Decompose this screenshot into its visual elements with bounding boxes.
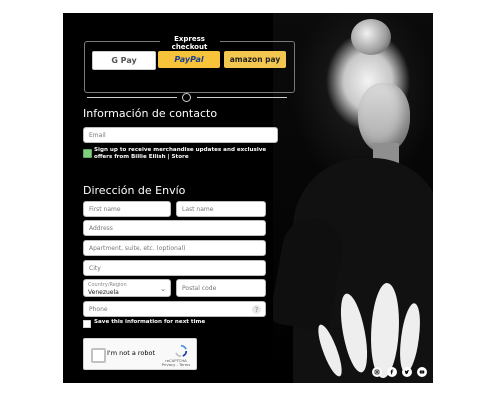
last-name-placeholder: Last name	[182, 205, 214, 213]
email-field[interactable]: Email	[83, 127, 278, 143]
postal-code-placeholder: Postal code	[182, 284, 217, 292]
express-checkout-title: Express checkout	[159, 35, 220, 51]
divider-line-right	[197, 97, 287, 98]
recaptcha-links[interactable]: Privacy - Terms	[159, 362, 193, 367]
first-name-field[interactable]: First name	[83, 201, 171, 217]
recaptcha-widget: I'm not a robot reCAPTCHA Privacy - Term…	[83, 338, 197, 370]
youtube-glyph	[419, 370, 425, 374]
apartment-placeholder: Apartment, suite, etc. (optional)	[89, 244, 186, 252]
address-placeholder: Address	[89, 224, 113, 232]
postal-code-field[interactable]: Postal code	[176, 279, 266, 297]
instagram-icon[interactable]	[372, 367, 382, 377]
artist-photo	[273, 13, 433, 383]
country-label: Country/Region	[88, 282, 127, 288]
contact-section-title: Información de contacto	[83, 107, 218, 120]
twitter-glyph	[404, 370, 410, 375]
checkout-frame: Express checkout G Pay PayPal amazon pay…	[63, 13, 433, 383]
city-field[interactable]: City	[83, 260, 266, 276]
amazon-pay-label: amazon pay	[229, 55, 281, 64]
save-info-label: Save this information for next time	[94, 319, 206, 325]
chevron-down-icon: ⌄	[160, 285, 166, 293]
twitter-icon[interactable]	[402, 367, 412, 377]
recaptcha-checkbox[interactable]	[91, 348, 106, 363]
last-name-field[interactable]: Last name	[176, 201, 266, 217]
social-links	[372, 367, 427, 377]
divider-line-left	[87, 97, 177, 98]
recaptcha-text: I'm not a robot	[107, 349, 156, 357]
phone-field[interactable]: Phone ?	[83, 301, 266, 317]
shipping-section-title: Dirección de Envío	[83, 184, 186, 197]
divider-circle-icon	[182, 93, 191, 102]
facebook-glyph	[390, 369, 394, 375]
email-placeholder: Email	[89, 131, 106, 139]
google-pay-button[interactable]: G Pay	[92, 51, 156, 70]
subscribe-label: Sign up to receive merchandise updates a…	[94, 147, 267, 160]
recaptcha-footer: reCAPTCHA Privacy - Terms	[159, 358, 193, 367]
help-icon[interactable]: ?	[252, 305, 261, 314]
checkout-form-panel: Express checkout G Pay PayPal amazon pay…	[63, 13, 295, 383]
express-checkout: Express checkout G Pay PayPal amazon pay	[84, 35, 295, 93]
paypal-label: PayPal	[174, 55, 204, 64]
subscribe-checkbox[interactable]	[83, 149, 92, 158]
phone-placeholder: Phone	[89, 305, 108, 313]
paypal-button[interactable]: PayPal	[158, 51, 220, 68]
country-value: Venezuela	[88, 289, 119, 296]
amazon-pay-button[interactable]: amazon pay	[224, 51, 286, 68]
facebook-icon[interactable]	[387, 367, 397, 377]
address-field[interactable]: Address	[83, 220, 266, 236]
divider	[87, 92, 287, 104]
hair-bun	[351, 19, 391, 55]
country-select[interactable]: Country/Region Venezuela ⌄	[83, 279, 171, 297]
youtube-icon[interactable]	[417, 367, 427, 377]
city-placeholder: City	[89, 264, 101, 272]
apartment-field[interactable]: Apartment, suite, etc. (optional)	[83, 240, 266, 256]
first-name-placeholder: First name	[89, 205, 121, 213]
recaptcha-logo-icon	[175, 344, 188, 358]
instagram-glyph	[374, 369, 380, 375]
save-info-checkbox[interactable]	[83, 320, 91, 328]
google-pay-label: G Pay	[111, 56, 137, 65]
